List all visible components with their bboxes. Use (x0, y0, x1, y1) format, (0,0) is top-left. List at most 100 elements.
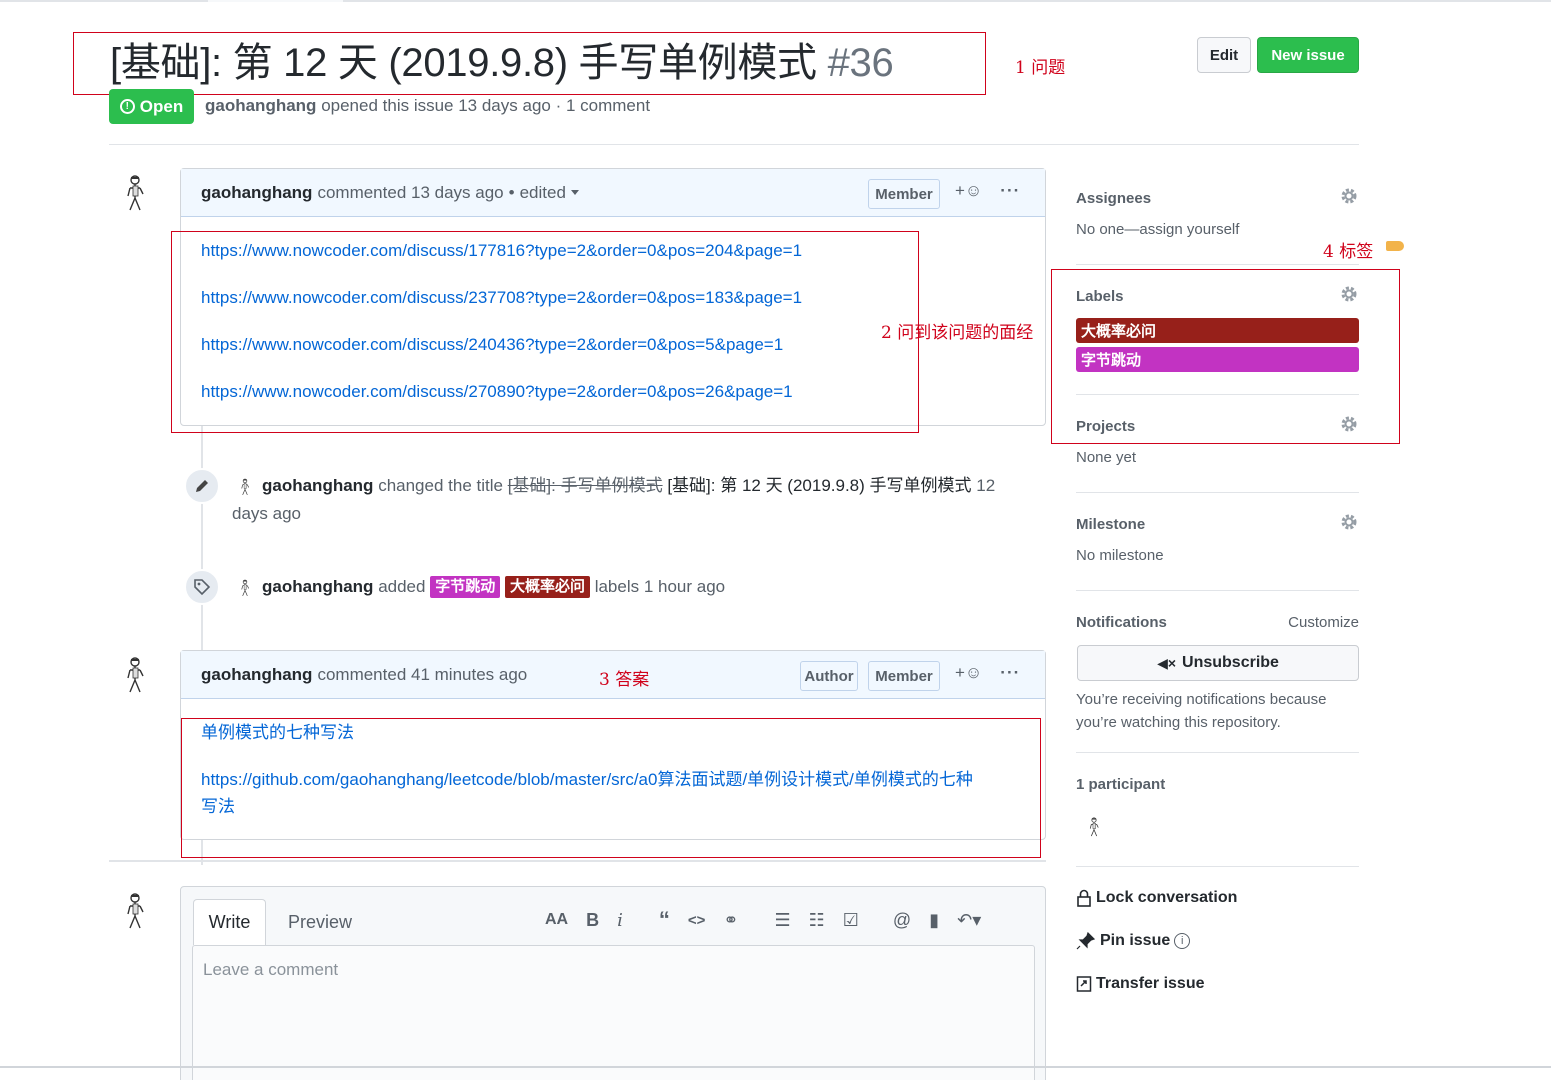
mute-icon: ◀× (1157, 654, 1177, 671)
add-reaction-icon[interactable]: +☺ (955, 663, 982, 683)
assignees-title-text: Assignees (1076, 190, 1152, 207)
comment2-author-badge: Author (800, 661, 858, 691)
page-bottom-border (0, 1066, 1551, 1068)
tab-write[interactable]: Write (193, 899, 266, 945)
annotation-box-question (73, 32, 986, 95)
ordered-list-icon[interactable]: ☷ (809, 910, 825, 931)
sidebar-divider (1076, 752, 1359, 753)
event-labels-author[interactable]: gaohanghang (262, 577, 373, 596)
comment1-member-badge: Member (868, 179, 940, 209)
notification-reason-line2: you’re watching this repository. (1076, 714, 1281, 731)
pin-issue-link[interactable]: Pin issue i (1076, 932, 1191, 950)
link-icon[interactable]: ⚭ (723, 910, 738, 931)
italic-icon[interactable]: i (617, 910, 623, 931)
issue-meta-text: opened this issue 13 days ago · 1 commen… (321, 96, 651, 115)
milestone-title[interactable]: Milestone (1076, 514, 1359, 533)
comment-textarea[interactable]: Leave a comment (192, 945, 1035, 1080)
milestone-title-text: Milestone (1076, 516, 1146, 533)
sidebar-divider (1076, 492, 1359, 493)
comment1-edited[interactable]: edited (520, 183, 566, 203)
heading-icon[interactable]: AA (545, 911, 568, 929)
comment-editor: Write Preview AA B i “ <> ⚭ ☰ ☷ ☑ @ ▮ ↶▾… (180, 886, 1046, 1080)
comment2-tools: +☺ ··· (955, 663, 1020, 683)
comment2-avatar[interactable] (120, 656, 150, 694)
event-labels-avatar[interactable] (238, 579, 252, 597)
annotation-box-interviews (171, 231, 919, 433)
projects-value: None yet (1076, 449, 1137, 466)
issue-author-link[interactable]: gaohanghang (205, 96, 316, 115)
lock-conversation-link[interactable]: Lock conversation (1076, 889, 1237, 907)
bookmark-icon[interactable]: ▮ (929, 910, 939, 931)
more-options-icon[interactable]: ··· (1000, 663, 1020, 683)
issue-state-badge: ! Open (109, 89, 194, 124)
task-list-icon[interactable]: ☑ (843, 910, 859, 931)
event-rename-author[interactable]: gaohanghang (262, 476, 373, 495)
timeline-end-divider (109, 860, 1046, 862)
event-labels: gaohanghang added 字节跳动 大概率必问 labels 1 ho… (262, 573, 725, 601)
annotation-box-labels (1051, 269, 1400, 444)
gear-icon[interactable] (1339, 186, 1359, 206)
milestone-value: No milestone (1076, 547, 1164, 564)
bold-icon[interactable]: B (586, 910, 599, 931)
label-bytedance[interactable]: 字节跳动 (430, 576, 501, 598)
gear-icon[interactable] (1339, 512, 1359, 532)
sidebar-notifications: Notifications Customize (1076, 614, 1359, 631)
transfer-issue-label: Transfer issue (1096, 975, 1205, 992)
comment1-avatar[interactable] (120, 174, 150, 212)
lock-conversation-label: Lock conversation (1096, 889, 1238, 906)
editor-toolbar: AA B i “ <> ⚭ ☰ ☷ ☑ @ ▮ ↶▾ (545, 907, 981, 933)
code-icon[interactable]: <> (688, 912, 706, 929)
sidebar-assignees: Assignees No one—assign yourself (1076, 188, 1359, 238)
add-reaction-icon[interactable]: +☺ (955, 181, 982, 201)
event-rename-new-title: [基础]: 第 12 天 (2019.9.8) 手写单例模式 (667, 476, 972, 495)
transfer-issue-link[interactable]: Transfer issue (1076, 975, 1205, 993)
event-labels-suffix: labels 1 hour ago (594, 577, 726, 596)
unsubscribe-button[interactable]: ◀× Unsubscribe (1077, 645, 1359, 681)
label-high-probability[interactable]: 大概率必问 (504, 576, 590, 598)
current-user-avatar (127, 893, 144, 929)
mention-icon[interactable]: @ (893, 910, 911, 931)
issue-open-icon: ! (119, 99, 135, 114)
pencil-icon (196, 480, 208, 492)
comment1-author[interactable]: gaohanghang (201, 183, 312, 203)
event-labels-badge (184, 569, 220, 605)
issue-state-label: Open (139, 96, 184, 116)
unordered-list-icon[interactable]: ☰ (775, 910, 791, 931)
reply-icon[interactable]: ↶▾ (957, 910, 981, 931)
comment2-member-badge: Member (868, 661, 940, 691)
edit-button[interactable]: Edit (1197, 37, 1251, 73)
tab-preview[interactable]: Preview (276, 899, 364, 945)
comment1-sep: • (508, 182, 515, 202)
quote-icon[interactable]: “ (659, 907, 670, 933)
pin-issue-label: Pin issue (1100, 932, 1171, 949)
new-issue-button[interactable]: New issue (1257, 37, 1359, 73)
comment2-action: commented 41 minutes ago (317, 664, 528, 684)
assignees-title[interactable]: Assignees (1076, 188, 1359, 207)
sidebar-divider (1076, 866, 1359, 867)
header-divider (109, 144, 1359, 145)
info-icon[interactable]: i (1174, 933, 1191, 949)
participant-avatar[interactable] (1086, 816, 1102, 838)
participants-title: 1 participant (1076, 776, 1166, 793)
notifications-title-text: Notifications (1076, 614, 1167, 631)
annotation-box-answer (181, 718, 1041, 858)
event-labels-action: added (378, 577, 426, 596)
annotation-label-labels: 4 标签 (1323, 242, 1374, 262)
event-rename: gaohanghang changed the title [基础]: 手写单例… (232, 472, 1032, 528)
sidebar-divider (1076, 264, 1359, 265)
tag-icon (194, 579, 211, 596)
comment2-author[interactable]: gaohanghang (201, 665, 312, 685)
comment1-action: commented 13 days ago (317, 182, 504, 202)
assignees-value[interactable]: No one—assign yourself (1076, 221, 1359, 238)
lock-icon (1077, 889, 1091, 907)
annotation-label-question: 1 问题 (1015, 58, 1066, 78)
transfer-icon (1076, 976, 1092, 992)
annotation-label-interviews: 2 问到该问题的面经 (881, 323, 1034, 343)
top-border (0, 0, 1551, 2)
event-rename-old-title: [基础]: 手写单例模式 (507, 476, 663, 495)
more-options-icon[interactable]: ··· (1000, 181, 1020, 201)
event-rename-badge (184, 468, 220, 504)
customize-link[interactable]: Customize (1288, 614, 1359, 631)
chevron-down-icon[interactable] (570, 190, 579, 195)
pin-icon (1076, 932, 1096, 950)
